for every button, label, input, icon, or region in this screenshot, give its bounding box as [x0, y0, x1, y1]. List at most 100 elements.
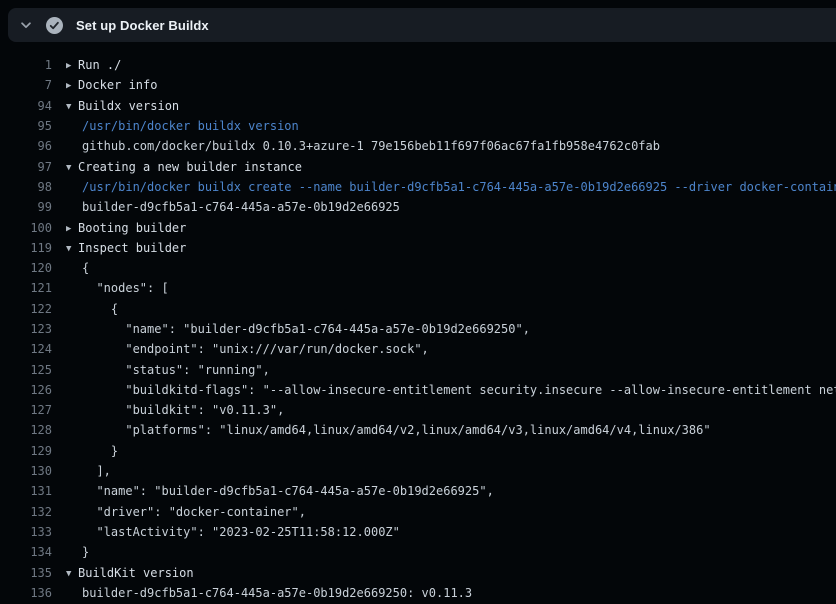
log-output-text: "buildkit": "v0.11.3",	[66, 403, 284, 417]
log-output-text: "platforms": "linux/amd64,linux/amd64/v2…	[66, 423, 711, 437]
line-number[interactable]: 95	[0, 119, 52, 133]
triangle-down-icon[interactable]: ▼	[66, 569, 78, 579]
log-output-text: {	[66, 302, 118, 316]
check-circle-icon	[46, 17, 63, 34]
log-line: 135 ▼BuildKit version	[0, 562, 836, 582]
log-output-text: github.com/docker/buildx 0.10.3+azure-1 …	[66, 139, 660, 153]
log-group-row[interactable]: ▼Inspect builder	[66, 241, 186, 255]
log-line: 134}	[0, 542, 836, 562]
line-number[interactable]: 134	[0, 545, 52, 559]
log-group-title: Run ./	[78, 58, 121, 72]
log-output-text: "buildkitd-flags": "--allow-insecure-ent…	[66, 383, 836, 397]
log-output-text: ],	[66, 464, 111, 478]
step-title: Set up Docker Buildx	[76, 18, 209, 33]
log-group-title: Creating a new builder instance	[78, 160, 302, 174]
line-number[interactable]: 1	[0, 58, 52, 72]
log-output-text: builder-d9cfb5a1-c764-445a-a57e-0b19d2e6…	[66, 586, 472, 600]
line-number[interactable]: 100	[0, 221, 52, 235]
log-line: 119 ▼Inspect builder	[0, 238, 836, 258]
log-group-row[interactable]: ▼Creating a new builder instance	[66, 160, 302, 174]
line-number[interactable]: 129	[0, 444, 52, 458]
log-command-text: /usr/bin/docker buildx create --name bui…	[66, 180, 836, 194]
line-number[interactable]: 121	[0, 281, 52, 295]
line-number[interactable]: 133	[0, 525, 52, 539]
log-lines: 1▶Run ./7▶Docker info94▼Buildx version95…	[0, 55, 836, 603]
log-line: 124 "endpoint": "unix:///var/run/docker.…	[0, 339, 836, 359]
log-output-text: {	[66, 261, 89, 275]
log-group-title: Buildx version	[78, 99, 179, 113]
log-line: 100 ▶Booting builder	[0, 217, 836, 237]
log-group-title: Docker info	[78, 78, 157, 92]
log-group-title: Booting builder	[78, 221, 186, 235]
log-output-text: }	[66, 444, 118, 458]
log-line: 127 "buildkit": "v0.11.3",	[0, 400, 836, 420]
log-output-text: "endpoint": "unix:///var/run/docker.sock…	[66, 342, 429, 356]
line-number[interactable]: 135	[0, 566, 52, 580]
log-group-row[interactable]: ▶Booting builder	[66, 221, 186, 235]
log-line: 133 "lastActivity": "2023-02-25T11:58:12…	[0, 522, 836, 542]
line-number[interactable]: 136	[0, 586, 52, 600]
line-number[interactable]: 127	[0, 403, 52, 417]
log-area: 1▶Run ./7▶Docker info94▼Buildx version95…	[0, 42, 836, 604]
triangle-right-icon[interactable]: ▶	[66, 61, 78, 71]
line-number[interactable]: 125	[0, 363, 52, 377]
log-line: 96 github.com/docker/buildx 0.10.3+azure-…	[0, 136, 836, 156]
log-line: 97 ▼Creating a new builder instance	[0, 156, 836, 176]
log-group-title: Inspect builder	[78, 241, 186, 255]
log-line: 99 builder-d9cfb5a1-c764-445a-a57e-0b19d2…	[0, 197, 836, 217]
log-line: 128 "platforms": "linux/amd64,linux/amd6…	[0, 420, 836, 440]
line-number[interactable]: 99	[0, 200, 52, 214]
log-line: 125 "status": "running",	[0, 359, 836, 379]
log-line: 94 ▼Buildx version	[0, 96, 836, 116]
log-output-text: "name": "builder-d9cfb5a1-c764-445a-a57e…	[66, 322, 530, 336]
triangle-down-icon[interactable]: ▼	[66, 163, 78, 173]
log-output-text: "nodes": [	[66, 281, 169, 295]
log-line: 126 "buildkitd-flags": "--allow-insecure…	[0, 380, 836, 400]
log-line: 95/usr/bin/docker buildx version	[0, 116, 836, 136]
line-number[interactable]: 96	[0, 139, 52, 153]
line-number[interactable]: 122	[0, 302, 52, 316]
line-number[interactable]: 126	[0, 383, 52, 397]
triangle-right-icon[interactable]: ▶	[66, 81, 78, 91]
line-number[interactable]: 124	[0, 342, 52, 356]
log-line: 120 {	[0, 258, 836, 278]
line-number[interactable]: 7	[0, 78, 52, 92]
step-header[interactable]: Set up Docker Buildx	[8, 8, 836, 42]
line-number[interactable]: 123	[0, 322, 52, 336]
triangle-right-icon[interactable]: ▶	[66, 224, 78, 234]
line-number[interactable]: 98	[0, 180, 52, 194]
log-output-text: "driver": "docker-container",	[66, 505, 306, 519]
log-line: 98/usr/bin/docker buildx create --name b…	[0, 177, 836, 197]
log-group-row[interactable]: ▶Run ./	[66, 58, 121, 72]
log-line: 1 ▶Run ./	[0, 55, 836, 75]
log-command-text: /usr/bin/docker buildx version	[66, 119, 299, 133]
chevron-down-icon[interactable]	[19, 18, 33, 32]
log-output-text: }	[66, 545, 89, 559]
triangle-down-icon[interactable]: ▼	[66, 102, 78, 112]
line-number[interactable]: 94	[0, 99, 52, 113]
line-number[interactable]: 131	[0, 484, 52, 498]
log-line: 122 {	[0, 299, 836, 319]
log-group-row[interactable]: ▼Buildx version	[66, 99, 179, 113]
log-group-row[interactable]: ▼BuildKit version	[66, 566, 194, 580]
log-line: 131 "name": "builder-d9cfb5a1-c764-445a-…	[0, 481, 836, 501]
log-output-text: "lastActivity": "2023-02-25T11:58:12.000…	[66, 525, 400, 539]
log-line: 136 builder-d9cfb5a1-c764-445a-a57e-0b19d…	[0, 583, 836, 603]
log-output-text: "name": "builder-d9cfb5a1-c764-445a-a57e…	[66, 484, 494, 498]
log-line: 121 "nodes": [	[0, 278, 836, 298]
line-number[interactable]: 130	[0, 464, 52, 478]
log-line: 123 "name": "builder-d9cfb5a1-c764-445a-…	[0, 319, 836, 339]
line-number[interactable]: 128	[0, 423, 52, 437]
log-line: 129 }	[0, 441, 836, 461]
line-number[interactable]: 97	[0, 160, 52, 174]
log-line: 7 ▶Docker info	[0, 75, 836, 95]
log-group-row[interactable]: ▶Docker info	[66, 78, 157, 92]
line-number[interactable]: 132	[0, 505, 52, 519]
log-line: 130 ],	[0, 461, 836, 481]
log-line: 132 "driver": "docker-container",	[0, 502, 836, 522]
line-number[interactable]: 119	[0, 241, 52, 255]
log-group-title: BuildKit version	[78, 566, 194, 580]
triangle-down-icon[interactable]: ▼	[66, 244, 78, 254]
line-number[interactable]: 120	[0, 261, 52, 275]
log-output-text: builder-d9cfb5a1-c764-445a-a57e-0b19d2e6…	[66, 200, 400, 214]
